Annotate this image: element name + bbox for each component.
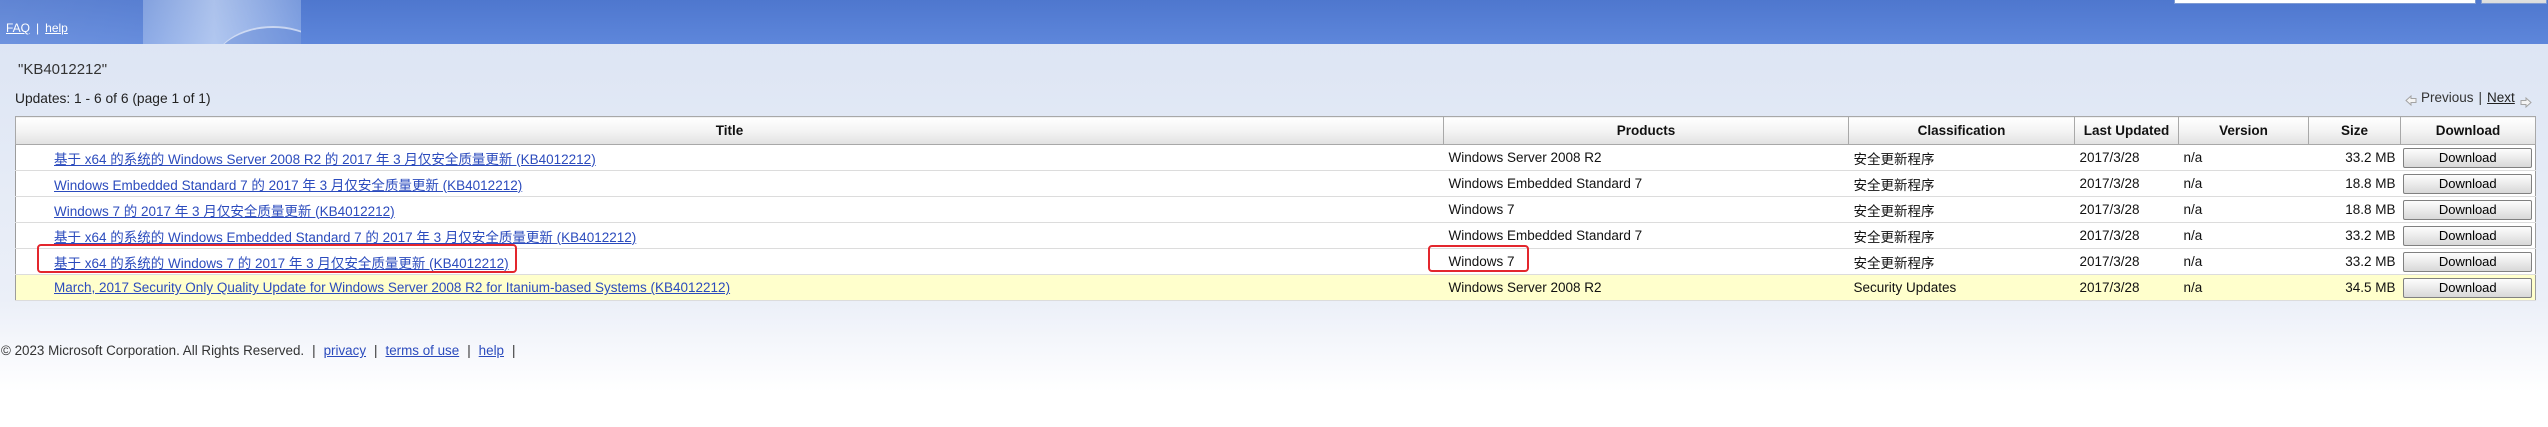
- download-button[interactable]: Download: [2403, 252, 2533, 273]
- terms-of-use-link[interactable]: terms of use: [386, 342, 460, 360]
- product-cell: Windows Server 2008 R2: [1443, 274, 1849, 301]
- column-header-download: Download: [2400, 116, 2536, 145]
- privacy-link[interactable]: privacy: [324, 342, 366, 360]
- footer: © 2023 Microsoft Corporation. All Rights…: [1, 342, 523, 360]
- last-updated-cell: 2017/3/28: [2074, 248, 2179, 275]
- version-cell: n/a: [2178, 170, 2309, 197]
- product-cell: Windows 7: [1443, 196, 1849, 223]
- size-cell: 33.2 MB: [2308, 222, 2401, 249]
- column-header-last-updated[interactable]: Last Updated: [2074, 116, 2179, 145]
- column-header-title[interactable]: Title: [15, 116, 1444, 145]
- copyright-text: © 2023 Microsoft Corporation. All Rights…: [1, 343, 305, 358]
- product-cell: Windows Embedded Standard 7: [1443, 170, 1849, 197]
- next-page-link[interactable]: Next: [2487, 89, 2515, 107]
- product-cell: Windows Server 2008 R2: [1443, 144, 1849, 171]
- table-row-highlighted: March, 2017 Security Only Quality Update…: [15, 274, 2536, 301]
- table-row: 基于 x64 的系统的 Windows Server 2008 R2 的 201…: [15, 144, 2536, 171]
- classification-cell: 安全更新程序: [1848, 248, 2075, 275]
- help-link[interactable]: help: [45, 20, 68, 36]
- update-title-link[interactable]: Windows Embedded Standard 7 的 2017 年 3 月…: [54, 178, 522, 193]
- download-button[interactable]: Download: [2403, 226, 2533, 247]
- version-cell: n/a: [2178, 274, 2309, 301]
- table-header-row: Title Products Classification Last Updat…: [15, 116, 2536, 145]
- download-cell: Download: [2400, 196, 2536, 223]
- download-cell: Download: [2400, 248, 2536, 275]
- search-input[interactable]: [2174, 0, 2476, 4]
- download-cell: Download: [2400, 274, 2536, 301]
- version-cell: n/a: [2178, 144, 2309, 171]
- download-button[interactable]: Download: [2403, 200, 2533, 221]
- arrow-right-icon[interactable]: [2520, 96, 2532, 108]
- last-updated-cell: 2017/3/28: [2074, 170, 2179, 197]
- pagination: Previous | Next: [2405, 89, 2532, 108]
- download-button[interactable]: Download: [2403, 174, 2533, 195]
- update-title-link[interactable]: 基于 x64 的系统的 Windows 7 的 2017 年 3 月仅安全质量更…: [54, 256, 509, 271]
- product-cell: Windows 7: [1443, 248, 1849, 275]
- classification-cell: 安全更新程序: [1848, 222, 2075, 249]
- footer-separator: |: [312, 343, 316, 358]
- pagination-separator: |: [2478, 90, 2483, 105]
- top-banner: FAQ | help: [0, 0, 2548, 44]
- update-title-link[interactable]: Windows 7 的 2017 年 3 月仅安全质量更新 (KB4012212…: [54, 204, 395, 219]
- version-cell: n/a: [2178, 196, 2309, 223]
- download-cell: Download: [2400, 170, 2536, 197]
- update-title-link[interactable]: 基于 x64 的系统的 Windows Server 2008 R2 的 201…: [54, 152, 596, 167]
- title-cell: 基于 x64 的系统的 Windows 7 的 2017 年 3 月仅安全质量更…: [15, 248, 1444, 275]
- download-cell: Download: [2400, 222, 2536, 249]
- title-cell: 基于 x64 的系统的 Windows Server 2008 R2 的 201…: [15, 144, 1444, 171]
- header-separator: |: [36, 21, 40, 35]
- size-cell: 34.5 MB: [2308, 274, 2401, 301]
- table-header: Title Products Classification Last Updat…: [15, 116, 2536, 145]
- size-cell: 18.8 MB: [2308, 170, 2401, 197]
- size-cell: 33.2 MB: [2308, 248, 2401, 275]
- update-title-link[interactable]: March, 2017 Security Only Quality Update…: [54, 280, 730, 295]
- banner-graphic: [143, 0, 301, 44]
- title-cell: Windows 7 的 2017 年 3 月仅安全质量更新 (KB4012212…: [15, 196, 1444, 223]
- classification-cell: 安全更新程序: [1848, 144, 2075, 171]
- banner-globe-shape: [213, 26, 301, 44]
- version-cell: n/a: [2178, 222, 2309, 249]
- title-cell: March, 2017 Security Only Quality Update…: [15, 274, 1444, 301]
- table-row: 基于 x64 的系统的 Windows Embedded Standard 7 …: [15, 222, 2536, 249]
- footer-separator: |: [467, 343, 471, 358]
- column-header-version[interactable]: Version: [2178, 116, 2309, 145]
- arrow-left-icon: [2405, 94, 2417, 106]
- table-body: 基于 x64 的系统的 Windows Server 2008 R2 的 201…: [15, 144, 2536, 301]
- download-button[interactable]: Download: [2403, 278, 2533, 299]
- table-row: 基于 x64 的系统的 Windows 7 的 2017 年 3 月仅安全质量更…: [15, 248, 2536, 275]
- footer-separator: |: [374, 343, 378, 358]
- footer-separator: |: [512, 343, 516, 358]
- classification-cell: 安全更新程序: [1848, 196, 2075, 223]
- table-row: Windows 7 的 2017 年 3 月仅安全质量更新 (KB4012212…: [15, 196, 2536, 223]
- faq-link[interactable]: FAQ: [6, 20, 30, 36]
- last-updated-cell: 2017/3/28: [2074, 222, 2179, 249]
- title-cell: 基于 x64 的系统的 Windows Embedded Standard 7 …: [15, 222, 1444, 249]
- results-summary: Updates: 1 - 6 of 6 (page 1 of 1): [15, 91, 211, 106]
- table-row: Windows Embedded Standard 7 的 2017 年 3 月…: [15, 170, 2536, 197]
- version-cell: n/a: [2178, 248, 2309, 275]
- classification-cell: Security Updates: [1848, 274, 2075, 301]
- column-header-classification[interactable]: Classification: [1848, 116, 2075, 145]
- download-button[interactable]: Download: [2403, 148, 2533, 169]
- size-cell: 33.2 MB: [2308, 144, 2401, 171]
- search-query-heading: "KB4012212": [18, 61, 108, 78]
- search-button[interactable]: [2481, 0, 2547, 4]
- download-cell: Download: [2400, 144, 2536, 171]
- classification-cell: 安全更新程序: [1848, 170, 2075, 197]
- last-updated-cell: 2017/3/28: [2074, 274, 2179, 301]
- last-updated-cell: 2017/3/28: [2074, 144, 2179, 171]
- last-updated-cell: 2017/3/28: [2074, 196, 2179, 223]
- size-cell: 18.8 MB: [2308, 196, 2401, 223]
- previous-page-label: Previous: [2421, 90, 2474, 105]
- title-cell: Windows Embedded Standard 7 的 2017 年 3 月…: [15, 170, 1444, 197]
- product-cell: Windows Embedded Standard 7: [1443, 222, 1849, 249]
- header-links: FAQ | help: [6, 20, 68, 36]
- footer-help-link[interactable]: help: [479, 342, 504, 360]
- results-table: Title Products Classification Last Updat…: [15, 116, 2536, 301]
- column-header-size[interactable]: Size: [2308, 116, 2401, 145]
- column-header-products[interactable]: Products: [1443, 116, 1849, 145]
- update-title-link[interactable]: 基于 x64 的系统的 Windows Embedded Standard 7 …: [54, 230, 636, 245]
